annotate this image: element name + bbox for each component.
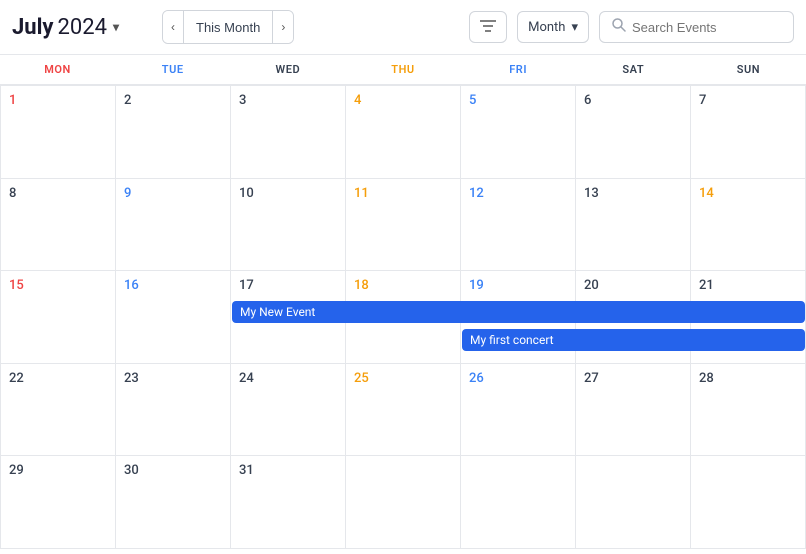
this-month-button[interactable]: This Month <box>183 11 273 43</box>
day-number: 2 <box>124 93 131 108</box>
calendar-cell[interactable]: 24 <box>231 364 346 456</box>
prev-month-button[interactable]: ‹ <box>163 11 183 43</box>
day-number: 17 <box>239 278 254 293</box>
nav-group: ‹ This Month › <box>162 10 294 44</box>
day-number: 8 <box>9 186 16 201</box>
calendar-cell[interactable]: 16 <box>116 271 231 363</box>
calendar-cell[interactable] <box>461 456 576 548</box>
day-number: 22 <box>9 371 24 386</box>
day-number: 30 <box>124 463 139 478</box>
calendar-cell[interactable]: 26 <box>461 364 576 456</box>
day-header-wed: WED <box>230 55 345 84</box>
day-number: 12 <box>469 186 484 201</box>
week-row-2: 8 9 10 11 12 13 14 <box>1 179 806 272</box>
day-header-sun: SUN <box>691 55 806 84</box>
calendar-grid: 123456789101112131415161718192021My New … <box>0 85 806 549</box>
day-number: 20 <box>584 278 599 293</box>
day-number: 14 <box>699 186 714 201</box>
day-number: 28 <box>699 371 714 386</box>
view-select[interactable]: Month ▾ <box>517 11 589 43</box>
view-dropdown-icon: ▾ <box>571 20 578 35</box>
day-header-tue: TUE <box>115 55 230 84</box>
day-number: 9 <box>124 186 131 201</box>
calendar-cell[interactable]: 31 <box>231 456 346 548</box>
day-header-fri: FRI <box>461 55 576 84</box>
calendar-cell[interactable]: 12 <box>461 179 576 271</box>
week-row-3: 15 16 17 18 19 20 21 My New Event My first conce… <box>1 271 806 364</box>
calendar-cell[interactable]: 2 <box>116 86 231 178</box>
day-header-sat: SAT <box>576 55 691 84</box>
calendar-cell[interactable]: 25 <box>346 364 461 456</box>
calendar-cell[interactable] <box>346 456 461 548</box>
calendar-cell[interactable]: 14 <box>691 179 806 271</box>
search-box <box>599 11 794 43</box>
day-number: 31 <box>239 463 254 478</box>
calendar-cell[interactable]: 30 <box>116 456 231 548</box>
calendar-header: July 2024 ▾ ‹ This Month › Month ▾ <box>0 0 806 55</box>
day-number: 23 <box>124 371 139 386</box>
calendar-cell[interactable]: 7 <box>691 86 806 178</box>
calendar-cell[interactable]: 5 <box>461 86 576 178</box>
day-number: 21 <box>699 278 714 293</box>
chevron-left-icon: ‹ <box>171 20 175 34</box>
day-number: 4 <box>354 93 361 108</box>
day-number: 13 <box>584 186 599 201</box>
week-row-1: 1 2 3 4 5 6 7 <box>1 86 806 179</box>
day-number: 19 <box>469 278 484 293</box>
day-number: 24 <box>239 371 254 386</box>
calendar-cell[interactable]: 22 <box>1 364 116 456</box>
calendar-cell[interactable]: 3 <box>231 86 346 178</box>
day-number: 29 <box>9 463 24 478</box>
calendar-cell[interactable]: 9 <box>116 179 231 271</box>
calendar-cell[interactable]: 1 <box>1 86 116 178</box>
calendar-cell[interactable]: 11 <box>346 179 461 271</box>
next-month-button[interactable]: › <box>273 11 293 43</box>
calendar-cell[interactable]: 6 <box>576 86 691 178</box>
calendar-cell[interactable]: 8 <box>1 179 116 271</box>
calendar-cell[interactable]: 29 <box>1 456 116 548</box>
calendar-cell[interactable]: 27 <box>576 364 691 456</box>
day-headers: MON TUE WED THU FRI SAT SUN <box>0 55 806 85</box>
calendar-cell[interactable]: 28 <box>691 364 806 456</box>
month-title: July 2024 ▾ <box>12 15 152 40</box>
month-dropdown-icon[interactable]: ▾ <box>113 20 119 34</box>
year-label: 2024 <box>58 15 107 40</box>
day-number: 26 <box>469 371 484 386</box>
view-label: Month <box>528 20 565 35</box>
event-bar-1[interactable]: My New Event <box>232 301 805 323</box>
day-number: 10 <box>239 186 254 201</box>
day-number: 6 <box>584 93 591 108</box>
day-number: 16 <box>124 278 139 293</box>
day-number: 27 <box>584 371 599 386</box>
event-bar-2[interactable]: My first concert <box>462 329 805 351</box>
calendar-cell[interactable]: 13 <box>576 179 691 271</box>
day-number: 25 <box>354 371 369 386</box>
calendar-cell[interactable] <box>691 456 806 548</box>
day-number: 7 <box>699 93 706 108</box>
day-number: 15 <box>9 278 24 293</box>
day-number: 3 <box>239 93 246 108</box>
calendar-cell[interactable] <box>576 456 691 548</box>
week-row-5: 29 30 31 <box>1 456 806 549</box>
day-number: 18 <box>354 278 369 293</box>
day-header-thu: THU <box>345 55 460 84</box>
search-input[interactable] <box>632 20 781 35</box>
chevron-right-icon: › <box>281 20 285 34</box>
day-number: 11 <box>354 186 369 201</box>
calendar-cell[interactable]: 4 <box>346 86 461 178</box>
filter-button[interactable] <box>469 11 507 43</box>
month-name: July <box>12 15 54 40</box>
day-number: 1 <box>9 93 16 108</box>
day-header-mon: MON <box>0 55 115 84</box>
calendar-cell[interactable]: 10 <box>231 179 346 271</box>
day-number: 5 <box>469 93 476 108</box>
search-icon <box>612 18 626 36</box>
calendar-cell[interactable]: 15 <box>1 271 116 363</box>
week-row-4: 22 23 24 25 26 27 28 <box>1 364 806 457</box>
calendar-cell[interactable]: 23 <box>116 364 231 456</box>
filter-icon <box>480 19 496 36</box>
